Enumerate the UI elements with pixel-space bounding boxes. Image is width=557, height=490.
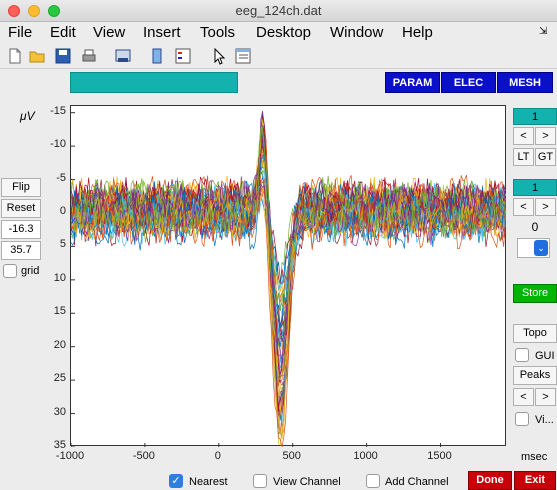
y-tick-label: 5 [59, 238, 66, 251]
toolbar [0, 43, 557, 69]
menu-help[interactable]: Help [402, 24, 433, 41]
print-icon[interactable] [80, 47, 98, 65]
topo-button[interactable]: Topo [513, 324, 557, 343]
print-preview-icon[interactable] [114, 47, 132, 65]
menu-edit[interactable]: Edit [50, 24, 76, 41]
done-button[interactable]: Done [468, 471, 512, 490]
menu-window[interactable]: Window [330, 24, 383, 41]
property-editor-icon[interactable] [234, 47, 252, 65]
grid-checkbox[interactable] [3, 264, 17, 278]
y-tick-label: 15 [53, 305, 66, 318]
view-channel-label: View Channel [273, 476, 341, 488]
menu-overflow-icon[interactable]: ⇲ [539, 26, 547, 37]
y-tick-label: 0 [59, 204, 66, 217]
add-channel-checkbox[interactable] [366, 474, 380, 488]
gui-label: GUI [535, 350, 555, 362]
channel-selector-1[interactable]: 1 [513, 108, 557, 125]
menu-desktop[interactable]: Desktop [256, 24, 311, 41]
store-button[interactable]: Store [513, 284, 557, 303]
elec-button[interactable]: ELEC [441, 72, 496, 93]
mesh-button[interactable]: MESH [497, 72, 553, 93]
flip-button[interactable]: Flip [1, 178, 41, 197]
window-title: eeg_124ch.dat [235, 3, 322, 18]
link-plot-icon[interactable] [148, 47, 166, 65]
channel2-next-button[interactable]: > [535, 198, 556, 216]
popup-menu[interactable]: ⌄ [517, 238, 550, 258]
x-tick-label: 500 [282, 450, 301, 462]
y-tick-label: -15 [50, 104, 66, 117]
chevron-updown-icon: ⌄ [534, 240, 548, 256]
open-folder-icon[interactable] [28, 47, 46, 65]
peaks-next-button[interactable]: > [535, 388, 556, 406]
menu-insert[interactable]: Insert [143, 24, 181, 41]
y-unit-label: μV [20, 109, 35, 123]
ymax-field[interactable]: 35.7 [1, 241, 41, 260]
x-unit-label: msec [521, 451, 548, 463]
x-tick-label: -500 [132, 450, 155, 462]
menu-file[interactable]: File [8, 24, 32, 41]
y-tick-label: 20 [53, 338, 66, 351]
new-file-icon[interactable] [6, 47, 24, 65]
offset-value: 0 [531, 220, 539, 234]
y-tick-label: -5 [56, 171, 66, 184]
x-tick-label: -1000 [55, 450, 85, 462]
exit-button[interactable]: Exit [514, 471, 556, 490]
channel-next-button[interactable]: > [535, 127, 556, 145]
menu-tools[interactable]: Tools [200, 24, 235, 41]
save-icon[interactable] [54, 47, 72, 65]
title-bar: eeg_124ch.dat [0, 0, 557, 22]
vi-checkbox[interactable] [515, 412, 529, 426]
peaks-button[interactable]: Peaks [513, 366, 557, 385]
nearest-label: Nearest [189, 476, 228, 488]
menu-bar: File Edit View Insert Tools Desktop Wind… [0, 22, 557, 42]
gt-button[interactable]: GT [535, 148, 556, 166]
lt-button[interactable]: LT [513, 148, 534, 166]
param-button[interactable]: PARAM [385, 72, 440, 93]
insert-legend-icon[interactable] [174, 47, 192, 65]
channel2-prev-button[interactable]: < [513, 198, 534, 216]
vi-label: Vi... [535, 414, 554, 426]
ymin-field[interactable]: -16.3 [1, 220, 41, 239]
reset-button[interactable]: Reset [1, 199, 41, 218]
nearest-checkbox[interactable]: ✓ [169, 474, 183, 488]
add-channel-label: Add Channel [385, 476, 449, 488]
pointer-icon[interactable] [210, 47, 228, 65]
y-tick-label: 10 [53, 271, 66, 284]
eeg-butterfly-plot [70, 110, 506, 448]
peaks-prev-button[interactable]: < [513, 388, 534, 406]
x-tick-label: 1000 [353, 450, 378, 462]
gui-checkbox[interactable] [515, 348, 529, 362]
menu-view[interactable]: View [93, 24, 125, 41]
application-window: eeg_124ch.dat File Edit View Insert Tool… [0, 0, 557, 490]
y-tick-label: 25 [53, 372, 66, 385]
eeg-plot-area[interactable] [70, 105, 506, 448]
channel-prev-button[interactable]: < [513, 127, 534, 145]
x-tick-label: 0 [214, 450, 221, 462]
y-tick-label: -10 [50, 138, 66, 151]
channel-selector-2[interactable]: 1 [513, 179, 557, 196]
view-channel-checkbox[interactable] [253, 474, 267, 488]
time-slider-bar[interactable] [70, 72, 238, 93]
x-tick-label: 1500 [427, 450, 452, 462]
y-tick-label: 30 [53, 405, 66, 418]
